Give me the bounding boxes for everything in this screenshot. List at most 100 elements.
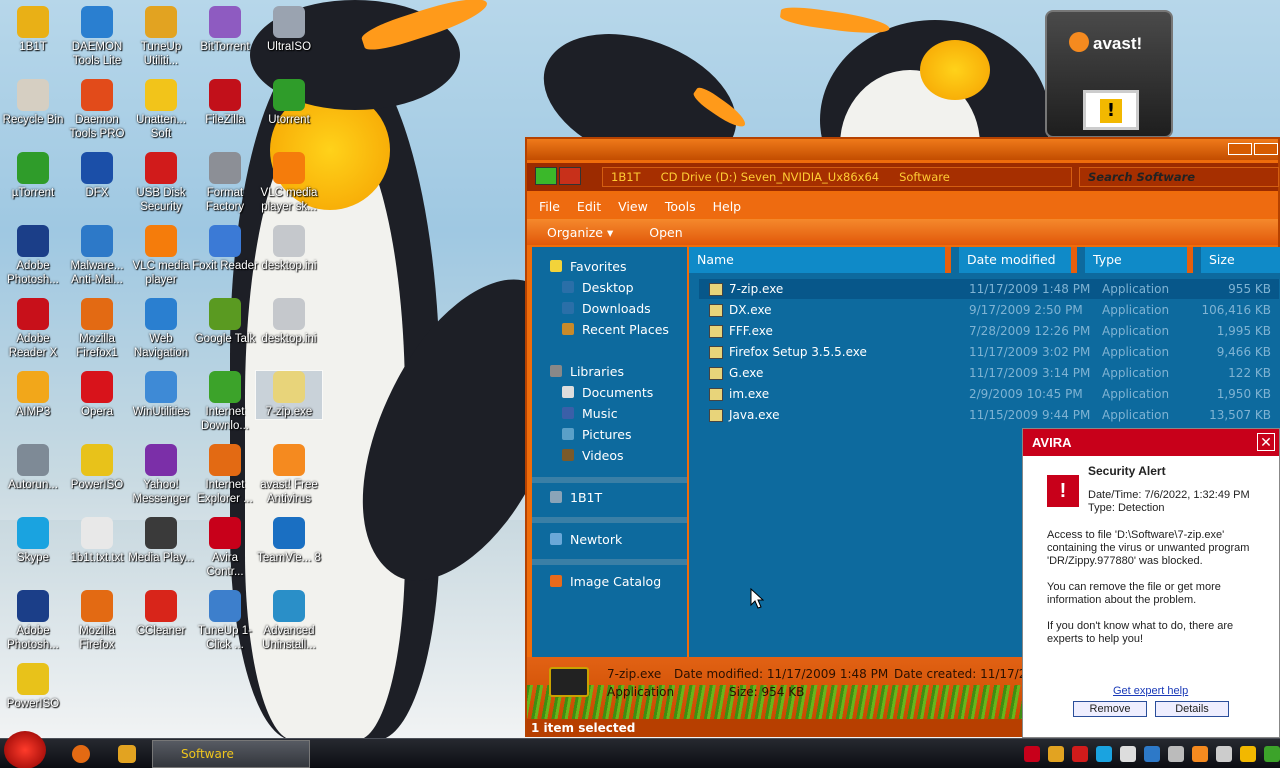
desktop-icon[interactable]: Mozilla Firefox1 <box>64 298 130 360</box>
organize-button[interactable]: Organize ▾ <box>547 225 613 240</box>
firefox-icon[interactable] <box>72 745 90 763</box>
open-button[interactable]: Open <box>649 225 682 240</box>
desktop-icon[interactable]: Opera <box>64 371 130 419</box>
network-tray-icon[interactable] <box>1216 746 1232 762</box>
menu-file[interactable]: File <box>539 199 560 214</box>
remove-button[interactable]: Remove <box>1073 701 1147 717</box>
desktop-icon[interactable]: VLC media player sk... <box>256 152 322 214</box>
nav-favorites[interactable]: Favorites <box>532 257 687 277</box>
desktop-icon[interactable]: 1b1t.txt.txt <box>64 517 130 565</box>
file-row[interactable]: FFF.exe 7/28/2009 12:26 PM Application 1,99… <box>699 321 1279 341</box>
desktop-icon[interactable]: 7-zip.exe <box>255 370 323 420</box>
desktop-icon[interactable]: CCleaner <box>128 590 194 638</box>
file-row[interactable]: Firefox Setup 3.5.5.exe 11/17/2009 3:02 P… <box>699 342 1279 362</box>
desktop-icon[interactable]: Mozilla Firefox <box>64 590 130 652</box>
desktop-icon[interactable]: AIMP3 <box>0 371 66 419</box>
desktop-icon[interactable]: desktop.ini <box>256 298 322 346</box>
details-button[interactable]: Details <box>1155 701 1229 717</box>
desktop-icon[interactable]: Advanced Uninstall... <box>256 590 322 652</box>
taskbar-item-software[interactable]: Software <box>152 740 310 768</box>
desktop-icon[interactable]: UltraISO <box>256 6 322 54</box>
desktop-icon[interactable]: TeamVie... 8 <box>256 517 322 565</box>
desktop-icon[interactable]: Format Factory <box>192 152 258 214</box>
breadcrumb-drive[interactable]: CD Drive (D:) Seven_NVIDIA_Ux86x64 <box>661 170 880 184</box>
desktop-icon[interactable]: Avira Contr... <box>192 517 258 579</box>
desktop-icon[interactable]: Utorrent <box>256 79 322 127</box>
minimize-button[interactable] <box>1228 143 1252 155</box>
nav-image-catalog[interactable]: Image Catalog <box>532 572 687 592</box>
desktop-icon[interactable]: desktop.ini <box>256 225 322 273</box>
desktop-icon[interactable]: µTorrent <box>0 152 66 200</box>
back-button[interactable] <box>535 167 557 185</box>
search-input[interactable]: Search Software <box>1079 167 1279 187</box>
skype-tray-icon[interactable] <box>1096 746 1112 762</box>
desktop-icon[interactable]: Malware... Anti-Mal... <box>64 225 130 287</box>
check-tray-icon[interactable] <box>1264 746 1280 762</box>
title-bar[interactable] <box>527 139 1278 160</box>
nav-documents[interactable]: Documents <box>532 383 687 403</box>
column-name[interactable]: Name <box>689 247 951 273</box>
desktop-icon[interactable]: Skype <box>0 517 66 565</box>
desktop-icon[interactable]: VLC media player <box>128 225 194 287</box>
nav-network[interactable]: Newtork <box>532 530 687 550</box>
column-size[interactable]: Size <box>1201 247 1280 273</box>
desktop-icon[interactable]: Daemon Tools PRO <box>64 79 130 141</box>
desktop-icon[interactable]: Adobe Photosh... <box>0 225 66 287</box>
desktop-icon[interactable]: Web Navigation <box>128 298 194 360</box>
desktop-icon[interactable]: Recycle Bin <box>0 79 66 127</box>
desktop-icon[interactable]: Adobe Photosh... <box>0 590 66 652</box>
maximize-button[interactable] <box>1254 143 1278 155</box>
nav-recent-places[interactable]: Recent Places <box>532 320 687 340</box>
menu-help[interactable]: Help <box>713 199 742 214</box>
file-row[interactable]: DX.exe 9/17/2009 2:50 PM Application 106,41… <box>699 300 1279 320</box>
avast-tray-icon[interactable] <box>1192 746 1208 762</box>
nav-libraries[interactable]: Libraries <box>532 362 687 382</box>
messenger-tray-icon[interactable] <box>1168 746 1184 762</box>
shield-tray-icon[interactable] <box>1072 746 1088 762</box>
desktop-icon[interactable]: Unatten... Soft <box>128 79 194 141</box>
avira-tray-icon[interactable] <box>1024 746 1040 762</box>
menu-edit[interactable]: Edit <box>577 199 601 214</box>
desktop-icon[interactable]: USB Disk Security <box>128 152 194 214</box>
desktop-icon[interactable]: WinUtilities <box>128 371 194 419</box>
nav-desktop[interactable]: Desktop <box>532 278 687 298</box>
file-row[interactable]: 7-zip.exe 11/17/2009 1:48 PM Application 95… <box>699 279 1279 299</box>
chat-tray-icon[interactable] <box>1120 746 1136 762</box>
desktop-icon[interactable]: Foxit Reader <box>192 225 258 273</box>
file-row[interactable]: G.exe 11/17/2009 3:14 PM Application 122 KB <box>699 363 1279 383</box>
menu-view[interactable]: View <box>618 199 648 214</box>
desktop-icon[interactable]: Autorun... <box>0 444 66 492</box>
desktop-icon[interactable]: PowerISO <box>0 663 66 711</box>
desktop-icon[interactable]: Internet Downlo... <box>192 371 258 433</box>
desktop-icon[interactable]: BitTorrent <box>192 6 258 54</box>
desktop-icon[interactable]: DFX <box>64 152 130 200</box>
column-date-modified[interactable]: Date modified <box>959 247 1077 273</box>
tuneup-tray-icon[interactable] <box>1048 746 1064 762</box>
file-row[interactable]: im.exe 2/9/2009 10:45 PM Application 1,950 … <box>699 384 1279 404</box>
close-button[interactable]: ✕ <box>1257 433 1275 451</box>
avast-gadget[interactable]: avast! ! <box>1045 10 1173 138</box>
nav-music[interactable]: Music <box>532 404 687 424</box>
desktop-icon[interactable]: 1B1T <box>0 6 66 54</box>
start-button[interactable] <box>4 731 46 768</box>
desktop-icon[interactable]: Internet Explorer ... <box>192 444 258 506</box>
nav-computer[interactable]: 1B1T <box>532 488 687 508</box>
breadcrumb-folder[interactable]: Software <box>899 170 950 184</box>
desktop-icon[interactable]: FileZilla <box>192 79 258 127</box>
desktop-icon[interactable]: DAEMON Tools Lite <box>64 6 130 68</box>
desktop-icon[interactable]: Yahoo! Messenger <box>128 444 194 506</box>
address-bar[interactable]: 1B1T CD Drive (D:) Seven_NVIDIA_Ux86x64 … <box>602 167 1072 187</box>
forward-button[interactable] <box>559 167 581 185</box>
desktop-icon[interactable]: TuneUp Utiliti... <box>128 6 194 68</box>
tuneup-icon[interactable] <box>118 745 136 763</box>
desktop-icon[interactable]: avast! Free Antivirus <box>256 444 322 506</box>
desktop-icon[interactable]: Media Play... <box>128 517 194 565</box>
nav-downloads[interactable]: Downloads <box>532 299 687 319</box>
nav-videos[interactable]: Videos <box>532 446 687 466</box>
column-type[interactable]: Type <box>1085 247 1193 273</box>
desktop-icon[interactable]: PowerISO <box>64 444 130 492</box>
expert-help-link[interactable]: Get expert help <box>1113 685 1188 697</box>
menu-tools[interactable]: Tools <box>665 199 696 214</box>
desktop-icon[interactable]: Adobe Reader X <box>0 298 66 360</box>
desktop-icon[interactable]: TuneUp 1-Click ... <box>192 590 258 652</box>
